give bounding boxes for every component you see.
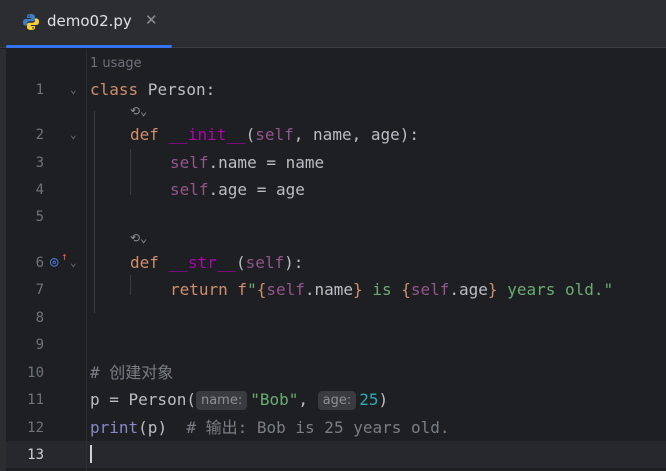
builtin-print: print bbox=[90, 418, 139, 437]
code-line-2: def __init__(self, name, age): bbox=[130, 124, 419, 146]
call-args: (p) bbox=[138, 418, 187, 437]
active-tab-indicator bbox=[6, 45, 172, 48]
inlay-hint-age: age: bbox=[317, 391, 357, 410]
self-ref: self bbox=[170, 153, 209, 172]
assignment: .age = age bbox=[208, 180, 305, 199]
tab-filename: demo02.py bbox=[47, 12, 132, 30]
line-number: 3 bbox=[35, 155, 44, 171]
line-number: 7 bbox=[35, 282, 44, 298]
inlay-hint-name: name: bbox=[195, 391, 248, 410]
text-caret bbox=[90, 445, 92, 463]
number: 25 bbox=[359, 390, 379, 409]
line-number: 6 bbox=[35, 255, 44, 271]
override-arrow-icon: ↑ bbox=[61, 250, 68, 263]
call: p = Person( bbox=[90, 390, 196, 409]
code-line-6: def __str__(self): bbox=[130, 252, 303, 274]
code-line-7: return f"{self.name} is {self.age} years… bbox=[170, 279, 613, 301]
code-line-1: class Person: bbox=[90, 79, 215, 101]
fold-chevron-icon[interactable]: ⌄ bbox=[70, 83, 77, 96]
code-editor[interactable]: 1 usage 1 2 3 4 5 6 7 8 9 10 11 12 13 ⌄ … bbox=[0, 49, 666, 471]
code-line-12: print(p) # 输出: Bob is 25 years old. bbox=[90, 417, 450, 439]
fstring-prefix: f bbox=[227, 280, 248, 299]
brace: { bbox=[256, 280, 267, 299]
brace: } bbox=[487, 280, 498, 299]
assignment: .name = name bbox=[208, 153, 325, 172]
self-ref: self bbox=[410, 280, 450, 299]
fold-chevron-icon[interactable]: ⌄ bbox=[70, 256, 77, 269]
current-line-highlight bbox=[6, 441, 666, 468]
line-number: 13 bbox=[27, 447, 44, 463]
line-number: 2 bbox=[35, 127, 44, 143]
close-icon[interactable]: ✕ bbox=[145, 11, 158, 29]
line-number: 10 bbox=[27, 365, 44, 381]
self-param: self bbox=[255, 125, 294, 144]
line-number: 4 bbox=[35, 182, 44, 198]
code-vision-icon[interactable]: ⟲⌄ bbox=[130, 231, 147, 245]
line-number: 11 bbox=[27, 392, 44, 408]
editor-tab-bar: demo02.py ✕ bbox=[0, 0, 666, 48]
brace: } bbox=[353, 280, 363, 299]
self-ref: self bbox=[170, 180, 209, 199]
indent-guide bbox=[130, 149, 131, 195]
line-number: 9 bbox=[35, 337, 44, 353]
paren: ( bbox=[235, 253, 246, 272]
keyword: def bbox=[130, 125, 159, 144]
string: " bbox=[247, 280, 257, 299]
python-icon bbox=[23, 14, 39, 30]
indent-guide bbox=[130, 275, 131, 295]
code-vision-icon[interactable]: ⟲⌄ bbox=[130, 104, 147, 118]
self-param: self bbox=[245, 253, 285, 272]
self-ref: self bbox=[266, 280, 305, 299]
tab-demo02[interactable]: demo02.py ✕ bbox=[6, 0, 172, 48]
string: years old." bbox=[497, 280, 614, 299]
function-name: __init__ bbox=[168, 125, 246, 144]
string: "Bob" bbox=[250, 390, 299, 409]
usages-hint[interactable]: 1 usage bbox=[90, 56, 142, 71]
class-name: Person: bbox=[138, 80, 216, 99]
comment: # 创建对象 bbox=[90, 363, 174, 382]
indent-guide bbox=[94, 111, 95, 313]
code-line-13[interactable] bbox=[90, 444, 92, 466]
code-line-4: self.age = age bbox=[170, 179, 305, 201]
code-line-10: # 创建对象 bbox=[90, 362, 173, 384]
fold-chevron-icon[interactable]: ⌄ bbox=[70, 128, 77, 141]
code-line-11: p = Person(name: "Bob", age: 25) bbox=[90, 389, 388, 411]
keyword: def bbox=[130, 253, 159, 272]
gutter-divider bbox=[86, 49, 87, 471]
keyword: return bbox=[170, 280, 228, 299]
attr: .name bbox=[304, 280, 354, 299]
override-method-icon[interactable]: ◎ bbox=[50, 254, 58, 270]
code-line-3: self.name = name bbox=[170, 152, 324, 174]
keyword: class bbox=[90, 80, 139, 99]
attr: .age bbox=[449, 280, 488, 299]
line-number: 1 bbox=[35, 82, 44, 98]
paren: ): bbox=[284, 253, 304, 272]
params: , name, age): bbox=[293, 125, 420, 144]
comment: # 输出: Bob is 25 years old. bbox=[186, 418, 450, 437]
brace: { bbox=[401, 280, 411, 299]
string: is bbox=[362, 280, 402, 299]
paren: ) bbox=[378, 390, 389, 409]
function-name: __str__ bbox=[168, 253, 236, 272]
paren: ( bbox=[245, 125, 256, 144]
line-number: 5 bbox=[35, 209, 44, 225]
line-number: 8 bbox=[35, 310, 44, 326]
comma: , bbox=[298, 390, 318, 409]
line-number: 12 bbox=[27, 420, 44, 436]
